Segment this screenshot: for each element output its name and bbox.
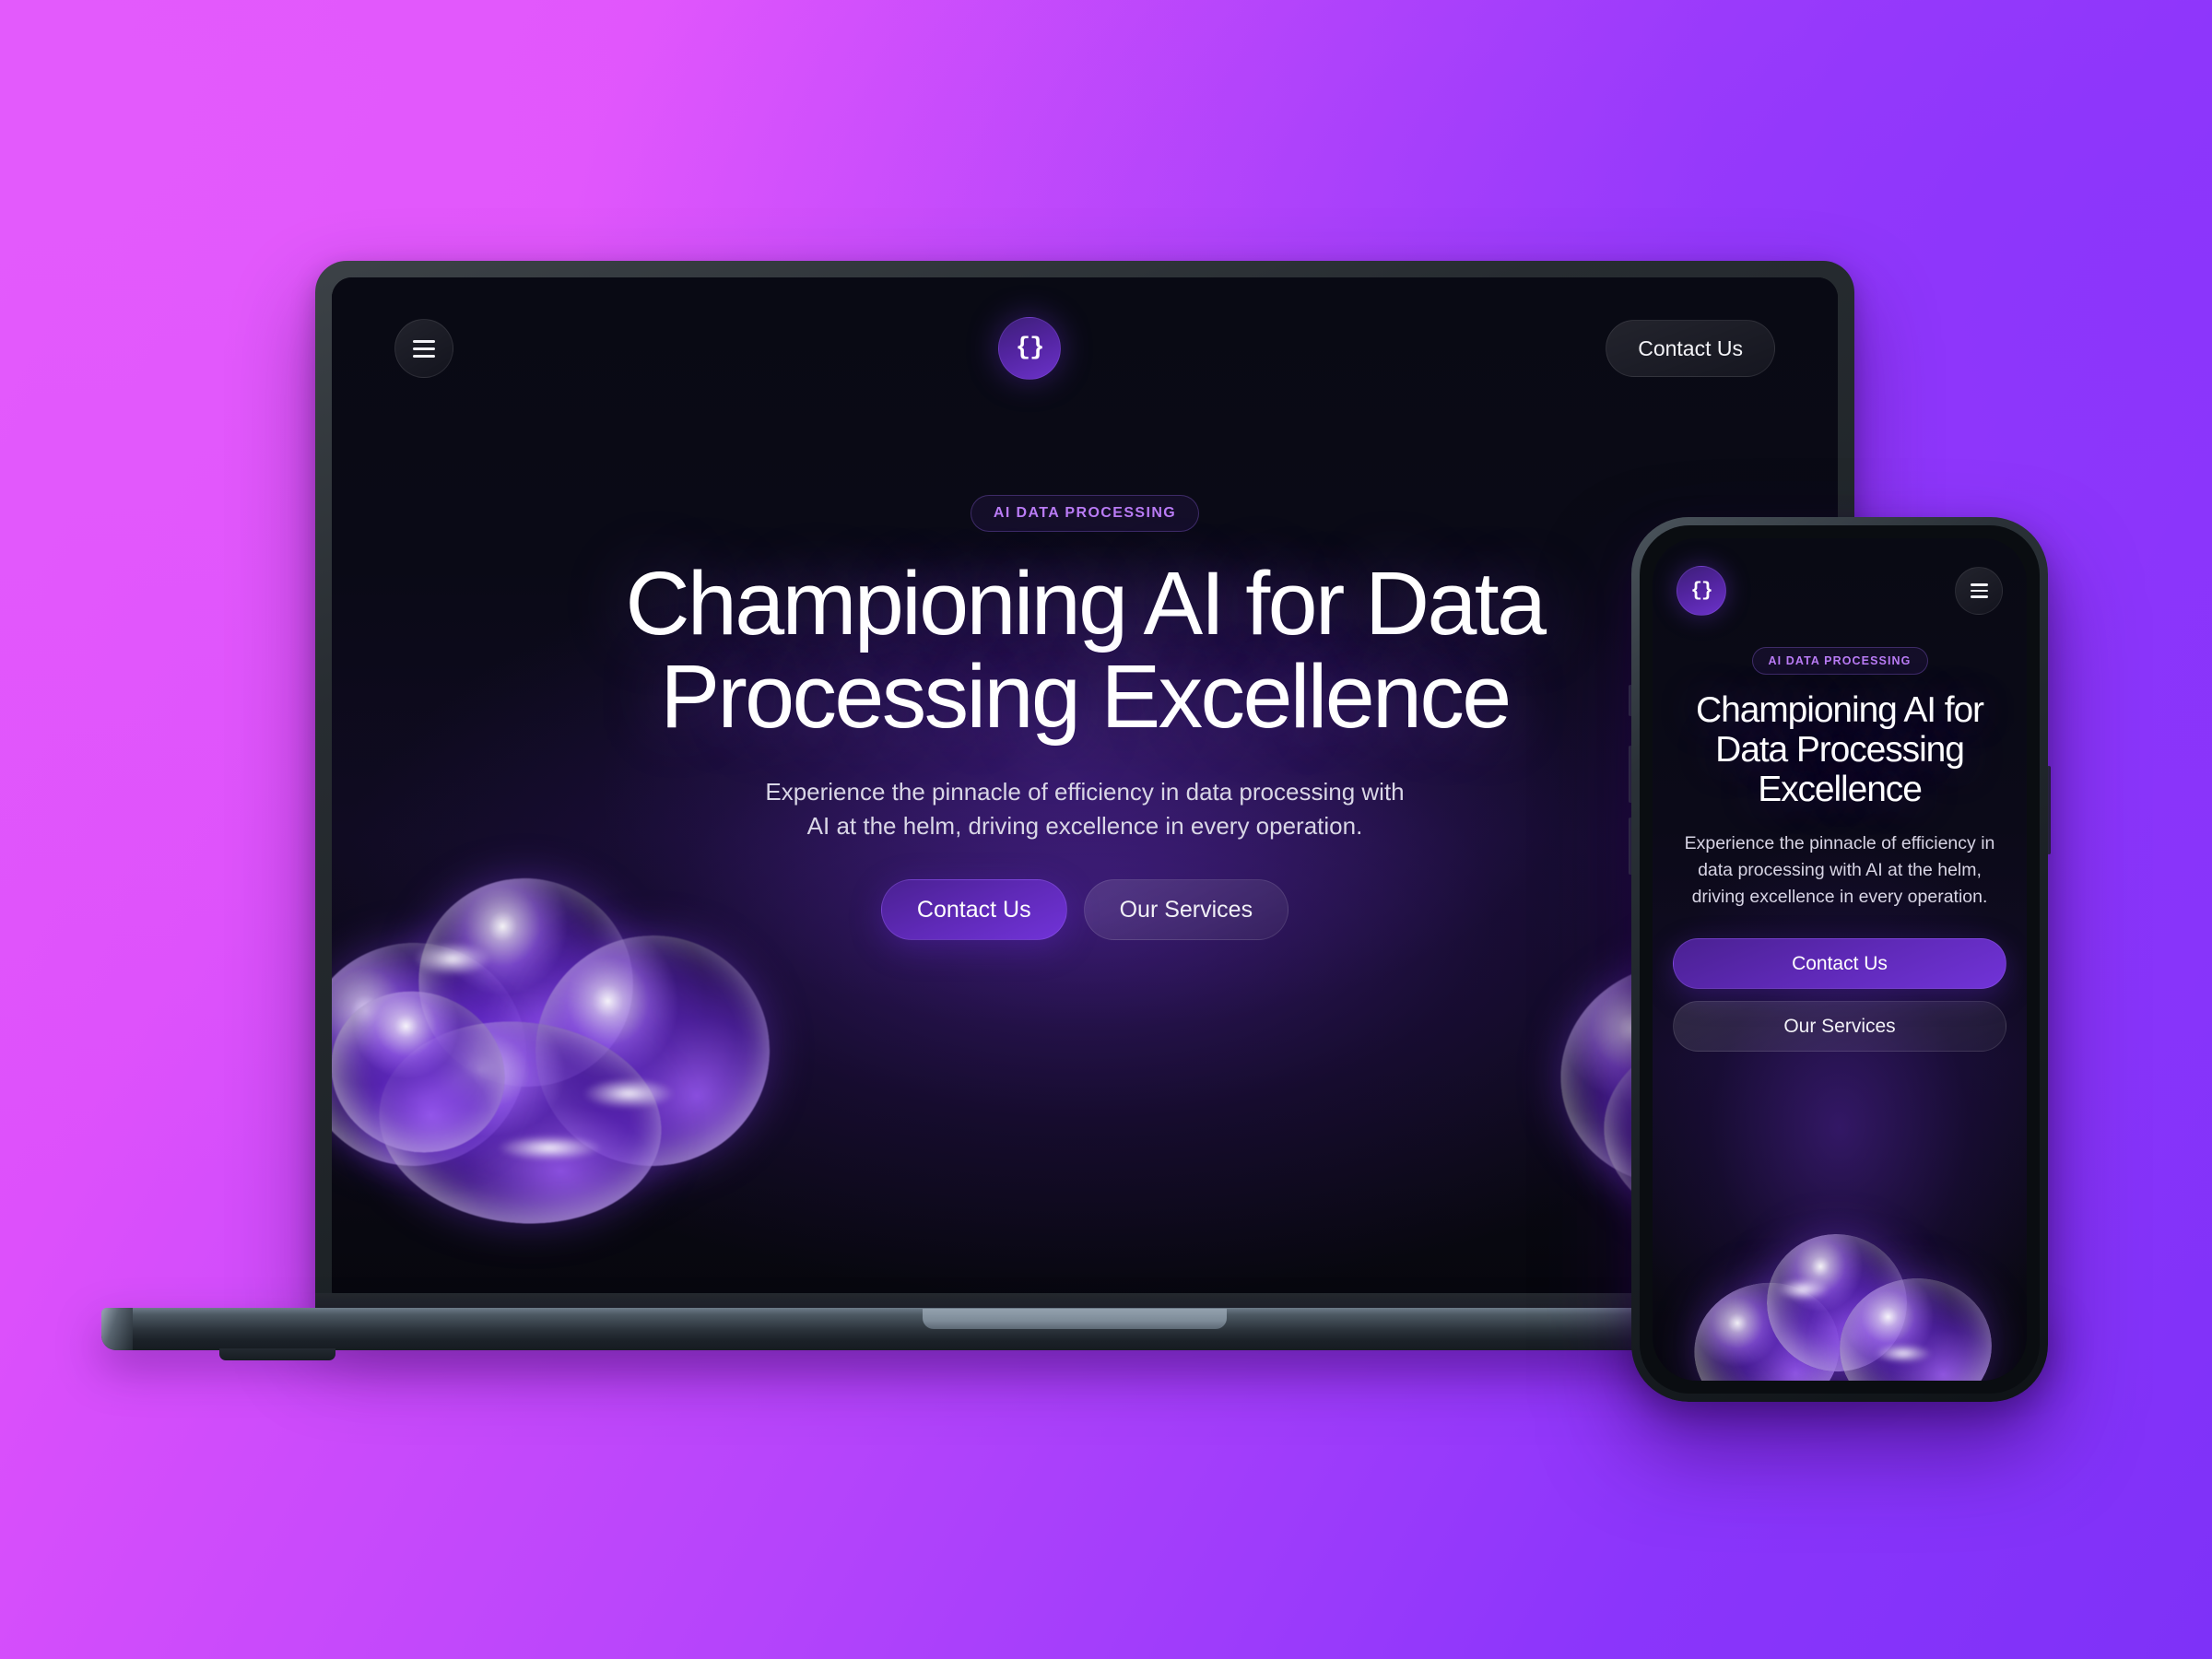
blob-highlight (1864, 1340, 1944, 1368)
desktop-website-screen: {} Contact Us AI DATA PROCESSING Champio… (332, 277, 1838, 1295)
phone-bezel: {} AI DATA PROCESSING Championing AI for… (1640, 525, 2040, 1394)
mobile-website-screen: {} AI DATA PROCESSING Championing AI for… (1653, 538, 2027, 1381)
hero-our-services-button[interactable]: Our Services (1083, 879, 1289, 941)
hamburger-menu-icon (413, 339, 435, 358)
mobile-hero-title: Championing AI for Data Processing Excel… (1696, 690, 1984, 809)
code-braces-icon: {} (1015, 334, 1044, 362)
desktop-hero-section: AI DATA PROCESSING Championing AI for Da… (332, 495, 1838, 941)
menu-button[interactable] (394, 319, 453, 378)
blob-lobe (520, 920, 785, 1182)
hero-title: Championing AI for Data Processing Excel… (625, 553, 1547, 747)
laptop-display: {} Contact Us AI DATA PROCESSING Champio… (332, 277, 1838, 1295)
desktop-navbar: {} Contact Us (332, 312, 1838, 384)
hero-eyebrow-badge: AI DATA PROCESSING (970, 495, 1200, 532)
blob-highlight (1766, 1274, 1840, 1305)
blob-lobe (332, 918, 550, 1190)
laptop-foot (219, 1348, 335, 1360)
blob-lobe (1681, 1269, 1853, 1381)
hamburger-menu-icon (1970, 583, 1988, 598)
laptop-base-notch (923, 1309, 1227, 1329)
mobile-hero-subtitle: Experience the pinnacle of efficiency in… (1684, 832, 1995, 908)
blob-lobe (332, 965, 530, 1179)
phone-mockup: {} AI DATA PROCESSING Championing AI for… (1629, 517, 2051, 1402)
mobile-navbar: {} (1653, 566, 2027, 616)
mobile-our-services-button[interactable]: Our Services (1673, 1001, 2006, 1053)
blob-lobe (1832, 1270, 1999, 1381)
blob-glow-mobile (1657, 1194, 2022, 1381)
liquid-chrome-blob-mobile (1657, 1194, 2022, 1381)
code-braces-icon: {} (1690, 580, 1712, 602)
mobile-menu-button[interactable] (1955, 567, 2003, 615)
hero-contact-us-button[interactable]: Contact Us (880, 879, 1067, 941)
mobile-logo-button[interactable]: {} (1677, 566, 1726, 616)
blob-lobe (369, 1007, 673, 1238)
mobile-hero-cta-group: Contact Us Our Services (1673, 938, 2006, 1053)
hero-cta-group: Contact Us Our Services (880, 879, 1289, 941)
laptop-lid: {} Contact Us AI DATA PROCESSING Champio… (315, 261, 1854, 1315)
mobile-hero-eyebrow-badge: AI DATA PROCESSING (1751, 647, 1928, 675)
hero-subtitle: Experience the pinnacle of efficiency in… (765, 777, 1405, 841)
mobile-contact-us-button[interactable]: Contact Us (1673, 938, 2006, 990)
mobile-hero-section: AI DATA PROCESSING Championing AI for Da… (1653, 647, 2027, 1053)
logo-button[interactable]: {} (998, 317, 1062, 380)
blob-highlight (564, 1072, 692, 1115)
blob-highlight (477, 1129, 624, 1166)
blob-lobe (1756, 1223, 1918, 1381)
mockup-scene: {} Contact Us AI DATA PROCESSING Champio… (0, 0, 2212, 1659)
phone-frame: {} AI DATA PROCESSING Championing AI for… (1631, 517, 2048, 1402)
laptop-mockup: {} Contact Us AI DATA PROCESSING Champio… (101, 261, 2048, 1360)
nav-contact-us-button[interactable]: Contact Us (1606, 320, 1775, 377)
blob-highlight (398, 935, 507, 982)
